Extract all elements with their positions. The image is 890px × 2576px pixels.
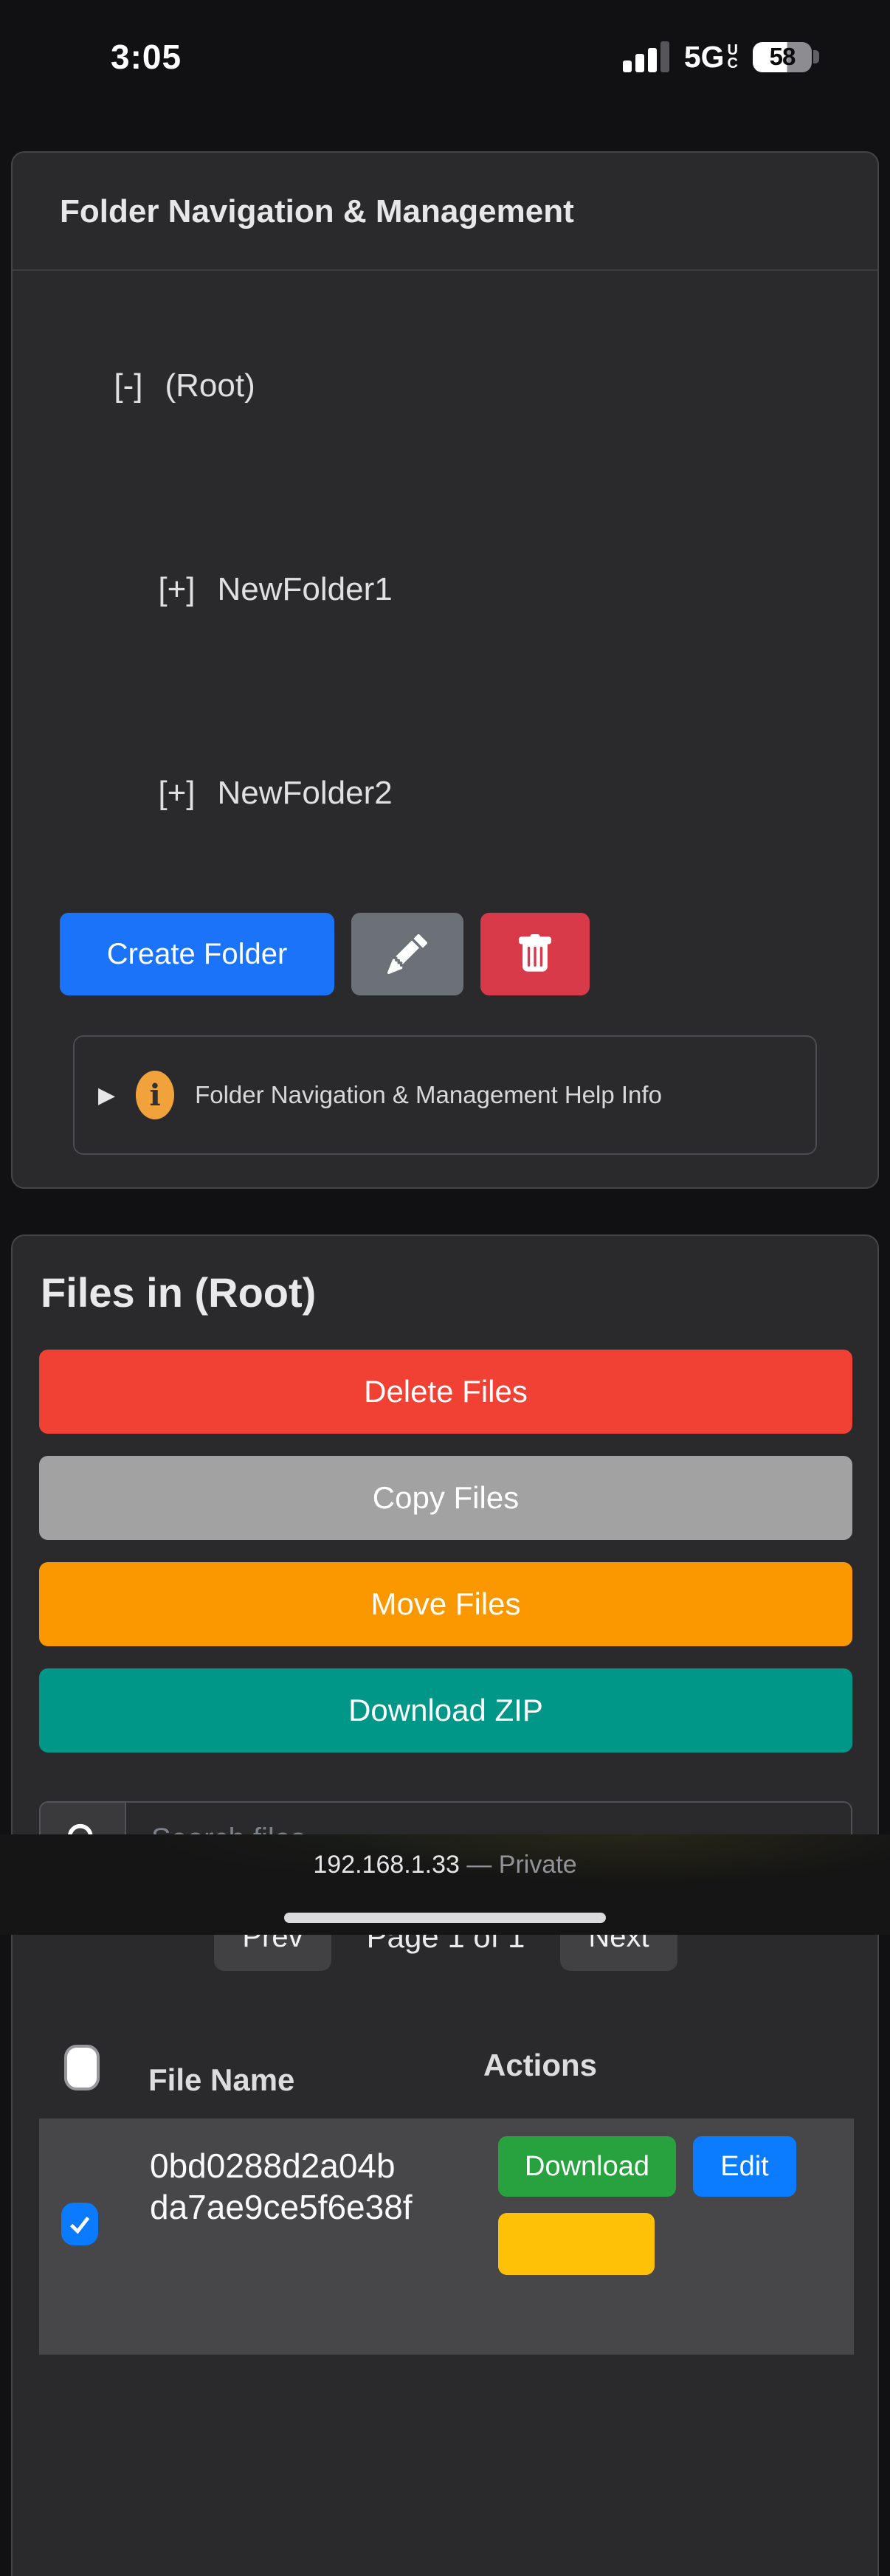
column-header-actions: Actions: [483, 2048, 597, 2083]
pencil-icon: [387, 934, 427, 974]
chevron-right-icon[interactable]: ▶: [98, 1082, 115, 1108]
home-indicator[interactable]: [284, 1913, 606, 1923]
status-bar: 3:05 5G U C 58: [0, 0, 890, 103]
tree-label-newfolder1[interactable]: NewFolder1: [218, 571, 393, 607]
file-table-header: File Name Actions: [39, 2036, 852, 2119]
edit-file-button[interactable]: Edit: [693, 2136, 796, 2197]
address-bar[interactable]: 192.168.1.33 — Private: [0, 1851, 890, 1879]
file-name: 0bd0288d2a04b da7ae9ce5f6e38f: [150, 2145, 413, 2228]
folder-card-title: Folder Navigation & Management: [60, 188, 855, 235]
rename-folder-button[interactable]: [351, 913, 463, 995]
browser-bottom-bar: 192.168.1.33 — Private: [0, 1834, 890, 1935]
download-file-button[interactable]: Download: [498, 2136, 676, 2197]
create-folder-button[interactable]: Create Folder: [60, 913, 334, 995]
network-uc-label: U C: [728, 44, 738, 70]
download-zip-button[interactable]: Download ZIP: [39, 1668, 852, 1753]
battery-percent: 58: [753, 42, 812, 72]
folder-actions-row: Create Folder: [60, 913, 855, 995]
folder-management-card: Folder Navigation & Management [-] (Root)…: [11, 151, 879, 1189]
tree-toggle-collapse[interactable]: [-]: [114, 352, 142, 420]
folder-card-body: [-] (Root) [+] NewFolder1 [+] NewFolder2 Cr…: [13, 271, 877, 1187]
tree-toggle-expand[interactable]: [+]: [158, 556, 195, 624]
info-icon: i: [136, 1071, 174, 1119]
column-header-file-name: File Name: [148, 2062, 294, 2098]
status-icons: 5G U C 58: [623, 40, 819, 75]
files-card-title: Files in (Root): [41, 1268, 852, 1317]
tree-item-root[interactable]: [-] (Root): [60, 284, 855, 488]
delete-folder-button[interactable]: [480, 913, 590, 995]
tree-item-newfolder2[interactable]: [+] NewFolder2: [104, 691, 855, 895]
folder-help-label: Folder Navigation & Management Help Info: [195, 1081, 662, 1109]
network-5g-label: 5G: [684, 40, 725, 75]
move-files-button[interactable]: Move Files: [39, 1562, 852, 1646]
tree-label-root[interactable]: (Root): [165, 367, 255, 404]
battery-icon: 58: [753, 42, 819, 72]
partially-visible-yellow-button[interactable]: [498, 2213, 655, 2275]
row-checkbox-checked[interactable]: [61, 2203, 98, 2245]
private-mode-label: — Private: [466, 1851, 576, 1879]
cellular-signal-icon: [623, 41, 669, 72]
tree-toggle-expand[interactable]: [+]: [158, 759, 195, 827]
status-time: 3:05: [111, 37, 182, 77]
copy-files-button[interactable]: Copy Files: [39, 1456, 852, 1540]
table-row: 0bd0288d2a04b da7ae9ce5f6e38f Download E…: [39, 2119, 854, 2355]
select-all-checkbox[interactable]: [64, 2045, 100, 2090]
checkmark-icon: [67, 2211, 92, 2237]
trash-icon: [515, 934, 555, 974]
folder-help-accordion[interactable]: ▶ i Folder Navigation & Management Help …: [73, 1035, 817, 1155]
tree-label-newfolder2[interactable]: NewFolder2: [218, 775, 393, 811]
tree-item-newfolder1[interactable]: [+] NewFolder1: [104, 488, 855, 691]
url-text: 192.168.1.33: [313, 1851, 460, 1879]
delete-files-button[interactable]: Delete Files: [39, 1350, 852, 1434]
network-type: 5G U C: [684, 40, 738, 75]
folder-card-header: Folder Navigation & Management: [13, 153, 877, 271]
